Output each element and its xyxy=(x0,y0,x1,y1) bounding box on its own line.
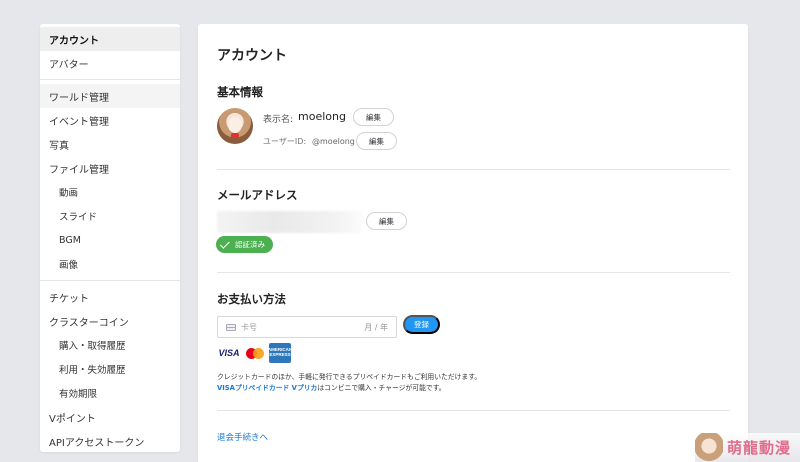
card-input[interactable]: 卡号 月 / 年 xyxy=(217,316,397,338)
sidebar-divider xyxy=(40,79,180,80)
mastercard-logo xyxy=(243,343,267,363)
sidebar-item-images[interactable]: 画像 xyxy=(40,252,180,276)
verified-badge: 認証済み xyxy=(216,236,273,253)
sidebar-divider xyxy=(40,280,180,281)
sidebar-item-label: 購入・取得履歴 xyxy=(59,341,126,352)
sidebar-item-label: Vポイント xyxy=(49,413,96,425)
sidebar-item-label: クラスターコイン xyxy=(49,317,129,329)
sidebar-item-event-management[interactable]: イベント管理 xyxy=(40,108,180,132)
sidebar-item-label: スライド xyxy=(59,212,98,223)
email-heading: メールアドレス xyxy=(217,188,298,202)
sidebar-item-label: イベント管理 xyxy=(49,116,109,128)
vpreca-link[interactable]: VISAプリペイドカード Vプリカ xyxy=(217,384,317,392)
account-panel: アカウント 基本情報 表示名: moelong 編集 ユーザーID: @moel… xyxy=(198,24,748,462)
display-name-value: moelong xyxy=(298,110,346,123)
sidebar-item-tickets[interactable]: チケット xyxy=(40,285,180,309)
sidebar-item-slides[interactable]: スライド xyxy=(40,204,180,228)
sidebar-item-label: 写真 xyxy=(49,140,69,152)
payment-heading: お支払い方法 xyxy=(217,292,286,306)
sidebar-item-world-management[interactable]: ワールド管理 xyxy=(40,84,180,108)
user-id-label: ユーザーID: xyxy=(263,137,307,146)
register-card-button[interactable]: 登録 xyxy=(403,315,440,334)
section-divider xyxy=(217,272,730,273)
sidebar-item-expiration[interactable]: 有効期限 xyxy=(40,381,180,405)
sidebar-item-photos[interactable]: 写真 xyxy=(40,132,180,156)
avatar-bow xyxy=(231,133,239,138)
card-number-placeholder[interactable]: 卡号 xyxy=(241,322,348,333)
amex-logo: AMERICAN EXPRESS xyxy=(268,343,292,363)
card-expiry-placeholder[interactable]: 月 / 年 xyxy=(348,322,388,333)
sidebar-item-label: アカウント xyxy=(49,35,99,47)
email-address-redacted xyxy=(217,211,362,233)
withdraw-link[interactable]: 退会手続きへ xyxy=(217,431,268,443)
sidebar-item-label: APIアクセストークン xyxy=(49,437,145,449)
payment-note-line2: VISAプリペイドカード Vプリカはコンビニで購入・チャージが可能です。 xyxy=(217,382,446,392)
page-title: アカウント xyxy=(217,48,287,64)
credit-card-icon xyxy=(226,323,236,331)
edit-user-id-button[interactable]: 編集 xyxy=(356,132,397,150)
sidebar-item-file-management[interactable]: ファイル管理 xyxy=(40,156,180,180)
sidebar-item-label: 利用・失効履歴 xyxy=(59,365,126,376)
sidebar-item-purchase-history[interactable]: 購入・取得履歴 xyxy=(40,333,180,357)
sidebar-item-label: ワールド管理 xyxy=(49,92,109,104)
sidebar-item-label: 有効期限 xyxy=(59,389,98,400)
sidebar-item-avatar[interactable]: アバター xyxy=(40,51,180,75)
edit-display-name-button[interactable]: 編集 xyxy=(353,108,394,126)
sidebar-item-label: 画像 xyxy=(59,260,79,271)
payment-note-rest: はコンビニで購入・チャージが可能です。 xyxy=(317,384,446,392)
sidebar: アカウント アバター ワールド管理 イベント管理 写真 ファイル管理 動画 スラ… xyxy=(40,24,180,452)
payment-note-line1: クレジットカードのほか、手軽に発行できるプリペイドカードもご利用いただけます。 xyxy=(217,373,482,381)
watermark: 萌龍動漫 xyxy=(695,433,800,462)
display-name-label: 表示名: xyxy=(263,115,294,125)
sidebar-item-videos[interactable]: 動画 xyxy=(40,180,180,204)
verified-label: 認証済み xyxy=(235,240,265,249)
watermark-mascot xyxy=(695,433,723,462)
sidebar-item-label: BGM xyxy=(59,234,81,246)
sidebar-item-v-points[interactable]: Vポイント xyxy=(40,405,180,429)
basic-info-heading: 基本情報 xyxy=(217,85,263,99)
user-id-value: @moelong xyxy=(312,137,355,146)
sidebar-item-label: アバター xyxy=(49,59,89,71)
avatar-face xyxy=(228,117,242,133)
section-divider xyxy=(217,410,730,411)
sidebar-item-cluster-coin[interactable]: クラスターコイン xyxy=(40,309,180,333)
sidebar-item-label: 動画 xyxy=(59,188,79,199)
sidebar-item-account[interactable]: アカウント xyxy=(40,27,180,51)
sidebar-item-bgm[interactable]: BGM xyxy=(40,228,180,252)
edit-email-button[interactable]: 編集 xyxy=(366,212,407,230)
visa-logo: VISA xyxy=(218,348,240,358)
check-icon xyxy=(219,238,230,249)
watermark-text: 萌龍動漫 xyxy=(727,439,792,457)
sidebar-item-api-tokens[interactable]: APIアクセストークン xyxy=(40,429,180,452)
sidebar-item-label: チケット xyxy=(49,293,89,305)
sidebar-item-usage-history[interactable]: 利用・失効履歴 xyxy=(40,357,180,381)
avatar xyxy=(217,108,253,144)
section-divider xyxy=(217,169,730,170)
sidebar-item-label: ファイル管理 xyxy=(49,164,109,176)
